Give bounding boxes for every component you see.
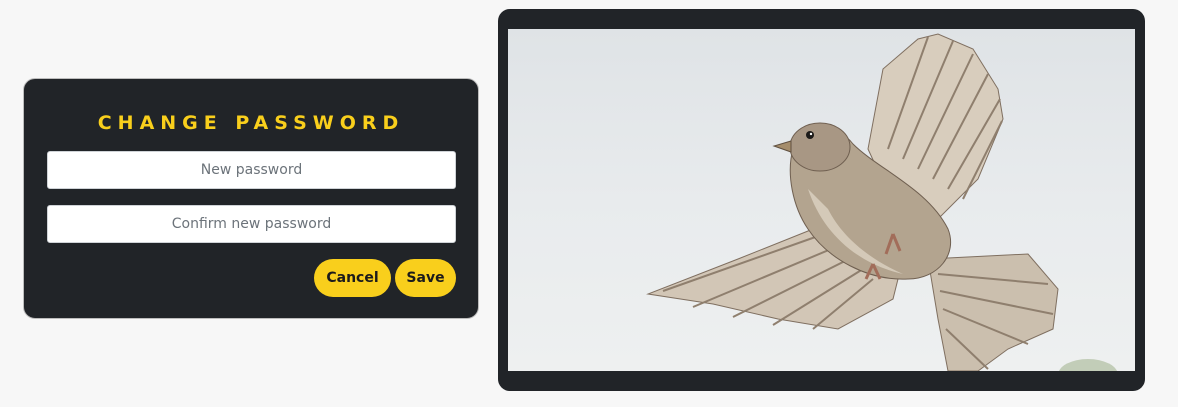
dialog-title: CHANGE PASSWORD	[97, 112, 405, 134]
change-password-dialog: CHANGE PASSWORD Cancel Save	[23, 78, 479, 319]
image-frame	[498, 9, 1145, 391]
confirm-password-input[interactable]	[47, 205, 456, 243]
page: CHANGE PASSWORD Cancel Save	[0, 0, 1178, 407]
save-button[interactable]: Save	[395, 259, 456, 297]
cancel-button[interactable]: Cancel	[314, 259, 391, 297]
bird-photo	[508, 29, 1135, 371]
sparrow-illustration	[646, 33, 1118, 371]
new-password-input[interactable]	[47, 151, 456, 189]
